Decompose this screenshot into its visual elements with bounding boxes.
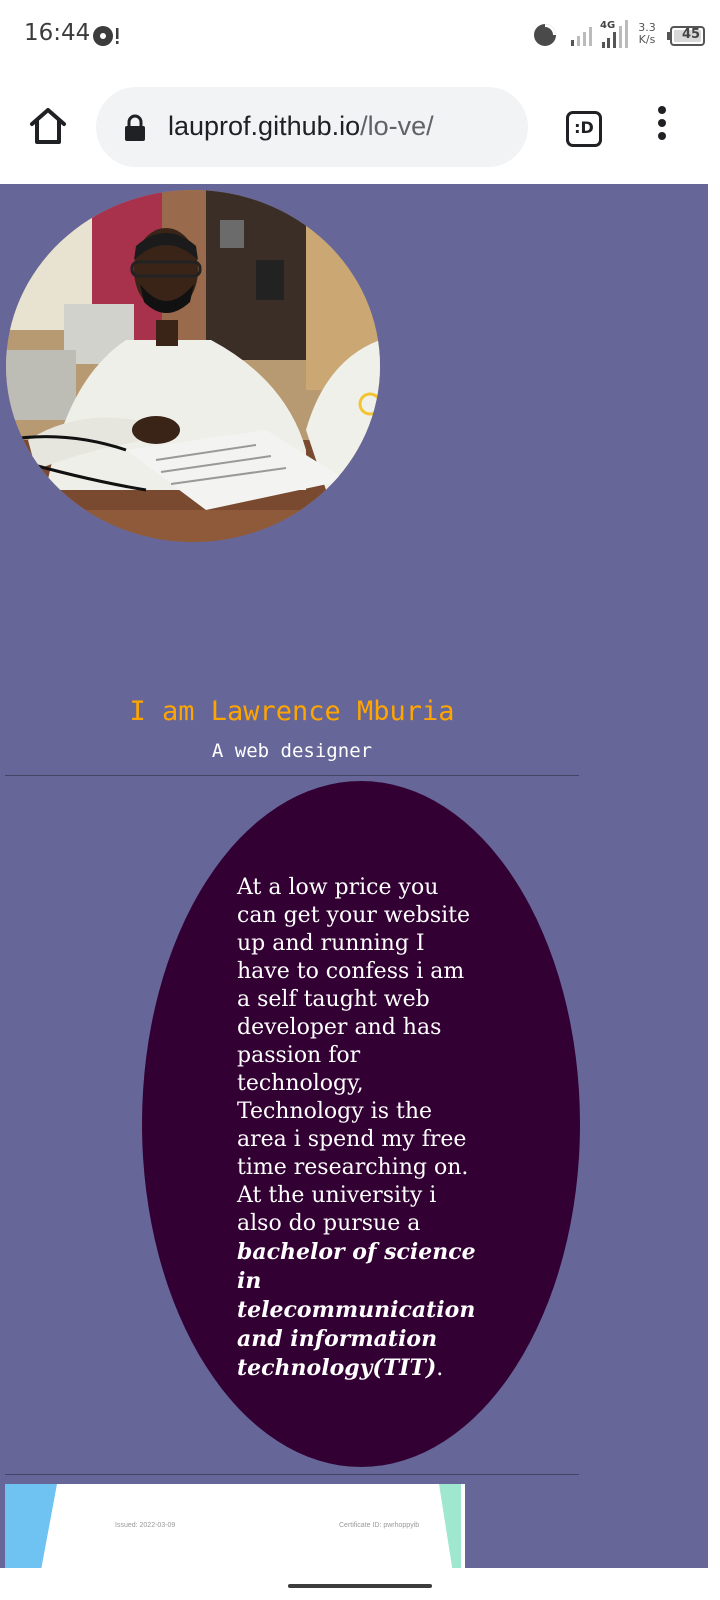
status-time: 16:44: [24, 20, 91, 46]
data-saver-icon: [532, 22, 558, 52]
home-icon[interactable]: [28, 106, 68, 146]
battery-level: 45: [681, 27, 701, 42]
lock-icon[interactable]: [124, 114, 146, 146]
signal-icon: [570, 24, 596, 52]
page-edge: [708, 184, 720, 1568]
url-domain: lauprof.github.io: [168, 111, 361, 141]
profile-photo: [6, 190, 380, 542]
certificate-decoration: [439, 1484, 461, 1568]
notification-icon: [92, 24, 122, 52]
certificate-id: Certificate ID: pwrhoppyib: [339, 1522, 420, 1529]
bio-text: At a low price you can get your website …: [237, 874, 479, 1383]
more-vert-icon[interactable]: [652, 106, 672, 146]
certificate-decoration: [5, 1484, 57, 1568]
url-path: /lo-ve/: [360, 111, 434, 141]
browser-toolbar: lauprof.github.io/lo-ve/ :D: [0, 72, 720, 184]
network-type-label: 4G: [600, 20, 615, 31]
gesture-bar: [0, 1568, 720, 1600]
signal-4g-icon: 4G: [598, 18, 630, 56]
speed-unit: K/s: [638, 33, 656, 46]
certificate-image: Issued: 2022-03-09 Certificate ID: pwrho…: [5, 1484, 465, 1568]
url-text[interactable]: lauprof.github.io/lo-ve/: [168, 111, 434, 142]
certificate-issued: Issued: 2022-03-09: [115, 1522, 176, 1529]
bio-body: At a low price you can get your website …: [237, 875, 471, 1236]
network-speed: 3.3 K/s: [632, 22, 662, 46]
status-bar: 16:44 4G 3.3 K/s 45: [0, 0, 720, 72]
divider: [5, 1474, 579, 1475]
divider: [5, 775, 579, 776]
tabs-label: :D: [574, 118, 594, 137]
bio-end: .: [436, 1356, 444, 1381]
url-bar[interactable]: lauprof.github.io/lo-ve/: [96, 87, 528, 167]
tabs-icon[interactable]: :D: [566, 111, 602, 147]
home-gesture-handle[interactable]: [288, 1584, 432, 1588]
web-page: I am Lawrence Mburia A web designer At a…: [0, 184, 720, 1568]
hero-name: I am Lawrence Mburia: [129, 696, 455, 727]
hero-tagline: A web designer: [211, 740, 373, 762]
